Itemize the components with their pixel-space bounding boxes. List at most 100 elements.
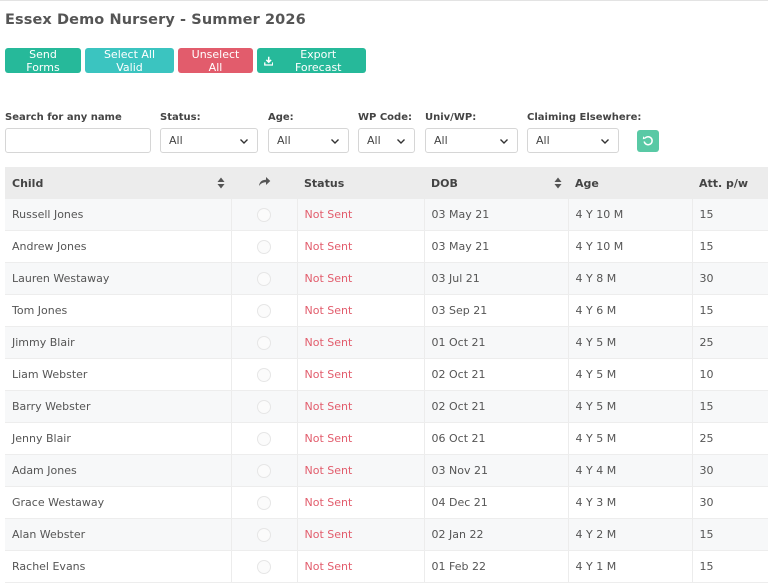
action-toolbar: Send Forms Select All Valid Unselect All…: [5, 48, 366, 74]
dob-cell: 02 Jan 22: [423, 518, 568, 551]
table-row[interactable]: Grace Westaway Not Sent 04 Dec 21 4 Y 3 M 30: [5, 486, 768, 519]
claiming-elsewhere-filter-label: Claiming Elsewhere:: [527, 112, 642, 123]
refresh-icon: [642, 135, 653, 146]
column-header-age[interactable]: Age: [568, 167, 692, 199]
univ-wp-select-value: All: [434, 134, 448, 147]
download-icon: [264, 56, 274, 66]
column-header-share[interactable]: [231, 167, 297, 199]
age-select-value: All: [277, 134, 291, 147]
table-row[interactable]: Jimmy Blair Not Sent 01 Oct 21 4 Y 5 M 25: [5, 326, 768, 359]
child-name-cell: Russell Jones: [5, 199, 231, 231]
column-header-child-label: Child: [12, 176, 44, 190]
status-cell: Not Sent: [296, 358, 424, 391]
status-cell: Not Sent: [296, 326, 424, 359]
select-radio-cell: [230, 390, 297, 423]
select-child-radio[interactable]: [257, 463, 271, 478]
attendance-cell: 15: [691, 230, 768, 263]
child-name-cell: Rachel Evans: [5, 550, 231, 583]
select-child-radio[interactable]: [257, 431, 271, 446]
table-row[interactable]: Rachel Evans Not Sent 01 Feb 22 4 Y 1 M 15: [5, 550, 768, 583]
select-child-radio[interactable]: [257, 559, 271, 574]
table-row[interactable]: Andrew Jones Not Sent 03 May 21 4 Y 10 M 15: [5, 230, 768, 263]
table-row[interactable]: Tom Jones Not Sent 03 Sep 21 4 Y 6 M 15: [5, 294, 768, 327]
select-child-radio[interactable]: [257, 207, 271, 222]
status-cell: Not Sent: [296, 486, 424, 519]
wp-code-filter-label: WP Code:: [358, 112, 412, 123]
age-cell: 4 Y 4 M: [567, 454, 692, 487]
status-filter-label: Status:: [160, 112, 201, 123]
status-cell: Not Sent: [296, 422, 424, 455]
column-header-dob[interactable]: DOB: [424, 167, 568, 199]
age-cell: 4 Y 3 M: [567, 486, 692, 519]
age-select[interactable]: All: [268, 128, 349, 153]
search-input[interactable]: [5, 128, 151, 153]
table-row[interactable]: Alan Webster Not Sent 02 Jan 22 4 Y 2 M 15: [5, 518, 768, 551]
attendance-cell: 30: [691, 486, 768, 519]
child-name-cell: Jenny Blair: [5, 422, 231, 455]
select-child-radio[interactable]: [257, 527, 271, 542]
send-forms-button[interactable]: Send Forms: [5, 48, 81, 74]
status-cell: Not Sent: [296, 294, 424, 327]
age-filter-label: Age:: [268, 112, 294, 123]
table-row[interactable]: Adam Jones Not Sent 03 Nov 21 4 Y 4 M 30: [5, 454, 768, 487]
age-cell: 4 Y 5 M: [567, 390, 692, 423]
attendance-cell: 15: [691, 518, 768, 551]
unselect-all-button[interactable]: Unselect All: [178, 48, 253, 74]
dob-cell: 02 Oct 21: [423, 390, 568, 423]
child-name-cell: Barry Webster: [5, 390, 231, 423]
select-radio-cell: [230, 294, 297, 327]
dob-cell: 03 Sep 21: [423, 294, 568, 327]
sort-icon: [217, 177, 225, 189]
claiming-elsewhere-select[interactable]: All: [527, 128, 619, 153]
status-cell: Not Sent: [296, 454, 424, 487]
child-name-cell: Grace Westaway: [5, 486, 231, 519]
dob-cell: 02 Oct 21: [423, 358, 568, 391]
table-row[interactable]: Russell Jones Not Sent 03 May 21 4 Y 10 M 15: [5, 199, 768, 231]
select-child-radio[interactable]: [257, 239, 271, 254]
dob-cell: 03 May 21: [423, 199, 568, 231]
column-header-dob-label: DOB: [431, 176, 458, 190]
reset-filters-button[interactable]: [637, 130, 659, 152]
child-name-cell: Lauren Westaway: [5, 262, 231, 295]
status-cell: Not Sent: [296, 518, 424, 551]
export-forecast-button[interactable]: Export Forecast: [257, 48, 366, 74]
status-cell: Not Sent: [296, 390, 424, 423]
child-name-cell: Alan Webster: [5, 518, 231, 551]
attendance-cell: 15: [691, 390, 768, 423]
univ-wp-select[interactable]: All: [425, 128, 518, 153]
chevron-down-icon: [331, 138, 339, 144]
select-radio-cell: [230, 518, 297, 551]
select-child-radio[interactable]: [257, 303, 271, 318]
status-cell: Not Sent: [296, 262, 424, 295]
dob-cell: 03 Nov 21: [423, 454, 568, 487]
wp-code-select[interactable]: All: [358, 128, 415, 153]
age-cell: 4 Y 5 M: [567, 358, 692, 391]
column-header-att-pw[interactable]: Att. p/w: [692, 167, 768, 199]
age-cell: 4 Y 8 M: [567, 262, 692, 295]
attendance-cell: 15: [691, 199, 768, 231]
claiming-elsewhere-select-value: All: [536, 134, 550, 147]
table-row[interactable]: Barry Webster Not Sent 02 Oct 21 4 Y 5 M 15: [5, 390, 768, 423]
select-all-valid-button[interactable]: Select All Valid: [85, 48, 174, 74]
select-child-radio[interactable]: [257, 399, 271, 414]
dob-cell: 01 Feb 22: [423, 550, 568, 583]
age-cell: 4 Y 1 M: [567, 550, 692, 583]
select-child-radio[interactable]: [257, 271, 271, 286]
select-child-radio[interactable]: [257, 335, 271, 350]
select-radio-cell: [230, 358, 297, 391]
column-header-child[interactable]: Child: [5, 167, 231, 199]
chevron-down-icon: [601, 138, 609, 144]
select-child-radio[interactable]: [257, 495, 271, 510]
table-row[interactable]: Lauren Westaway Not Sent 03 Jul 21 4 Y 8 M3…: [5, 262, 768, 295]
age-cell: 4 Y 10 M: [567, 199, 692, 231]
wp-code-select-value: All: [367, 134, 381, 147]
table-row[interactable]: Liam Webster Not Sent 02 Oct 21 4 Y 5 M 10: [5, 358, 768, 391]
select-child-radio[interactable]: [257, 367, 271, 382]
select-radio-cell: [230, 199, 297, 231]
select-radio-cell: [230, 486, 297, 519]
attendance-cell: 25: [691, 422, 768, 455]
status-select[interactable]: All: [160, 128, 258, 153]
column-header-status[interactable]: Status: [297, 167, 424, 199]
table-row[interactable]: Jenny Blair Not Sent 06 Oct 21 4 Y 5 M 25: [5, 422, 768, 455]
table-header-row: Child Status DOB Age Att. p/w: [5, 167, 768, 199]
